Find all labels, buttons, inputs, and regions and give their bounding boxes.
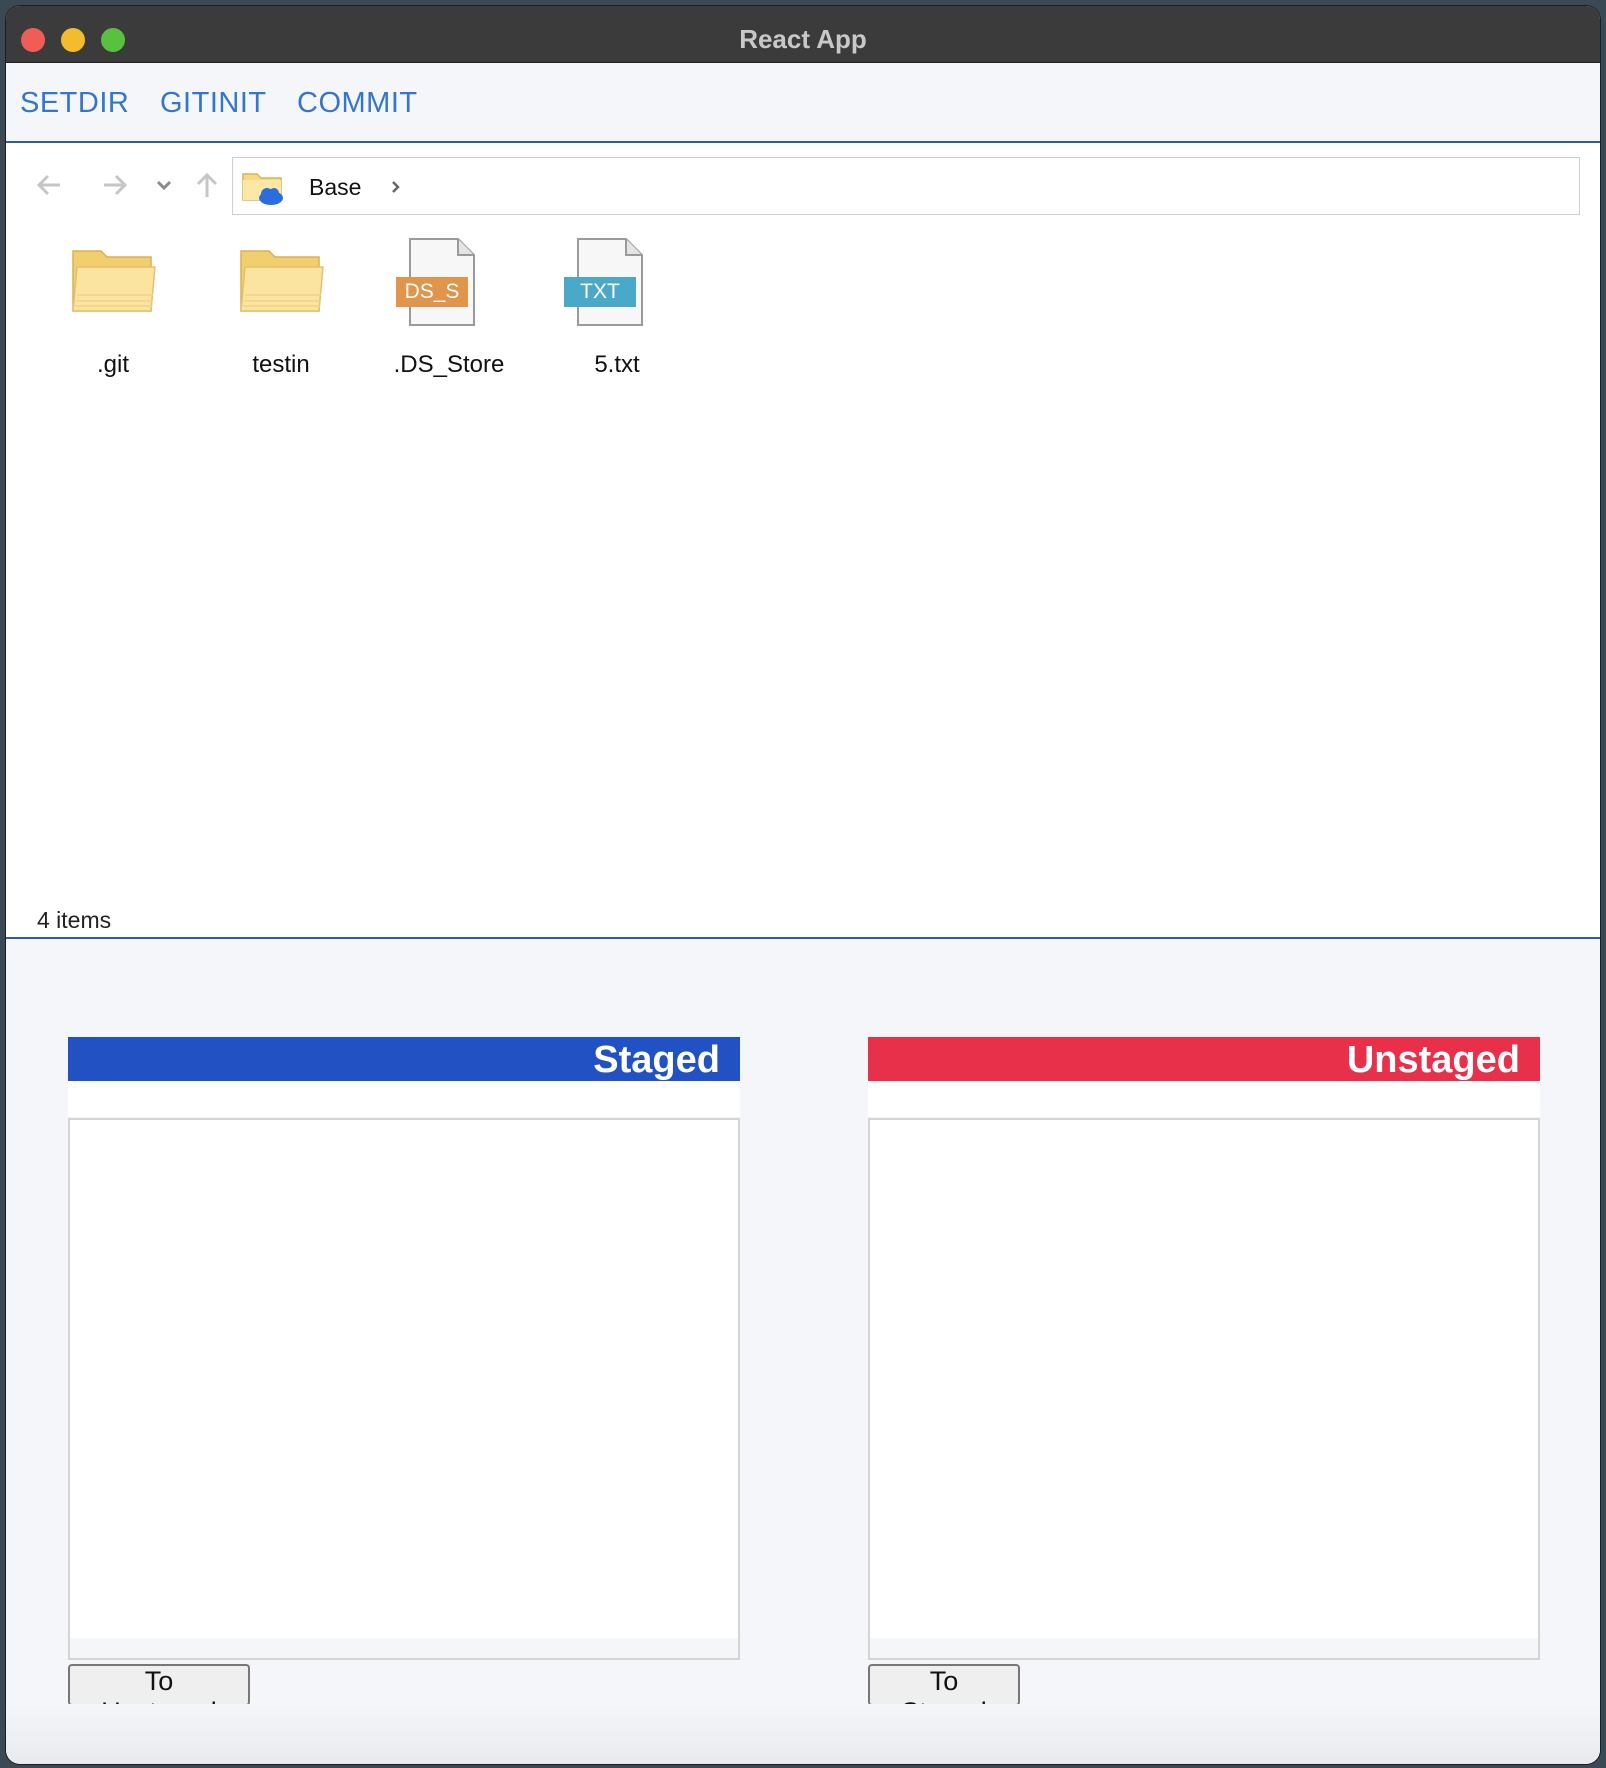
staged-header-spacer bbox=[68, 1081, 740, 1117]
staged-file-list[interactable] bbox=[68, 1118, 740, 1660]
folder-icon bbox=[239, 245, 325, 320]
file-item-testin[interactable]: testin bbox=[206, 245, 356, 395]
menu-bar: SETDIR GITINIT COMMIT bbox=[6, 63, 1600, 141]
recent-locations-chevron-icon[interactable] bbox=[152, 165, 176, 205]
file-explorer: Base .git testin DS_S .DS_Store TXT 5.tx… bbox=[6, 141, 1600, 939]
title-bar: React App bbox=[6, 6, 1600, 63]
address-bar[interactable]: Base bbox=[232, 157, 1580, 215]
to-unstaged-button[interactable]: To Unstaged bbox=[68, 1664, 250, 1727]
list-footer bbox=[70, 1638, 738, 1658]
file-name: 5.txt bbox=[594, 351, 640, 378]
unstaged-file-list[interactable] bbox=[868, 1118, 1540, 1660]
menu-gitinit[interactable]: GITINIT bbox=[160, 87, 267, 120]
file-name: .DS_Store bbox=[393, 351, 505, 378]
file-item-ds-store[interactable]: DS_S .DS_Store bbox=[374, 238, 524, 395]
to-staged-button[interactable]: To Staged bbox=[868, 1664, 1020, 1727]
ds-store-file-icon: DS_S bbox=[394, 237, 478, 327]
list-footer bbox=[870, 1638, 1538, 1658]
file-name: testin bbox=[252, 351, 310, 378]
menu-setdir[interactable]: SETDIR bbox=[20, 87, 129, 120]
back-arrow-icon[interactable] bbox=[30, 165, 70, 205]
breadcrumb-base[interactable]: Base bbox=[309, 174, 361, 201]
folder-icon bbox=[71, 245, 157, 320]
file-name: .git bbox=[96, 351, 129, 378]
window-bottom bbox=[6, 1704, 1600, 1764]
file-item-git[interactable]: .git bbox=[38, 245, 188, 395]
menu-commit[interactable]: COMMIT bbox=[297, 87, 418, 120]
file-badge: TXT bbox=[580, 280, 620, 303]
staged-header: Staged bbox=[68, 1037, 740, 1081]
forward-arrow-icon[interactable] bbox=[94, 165, 134, 205]
window-title: React App bbox=[739, 24, 867, 54]
cloud-folder-icon bbox=[241, 166, 285, 211]
txt-file-icon: TXT bbox=[562, 237, 646, 327]
unstaged-header: Unstaged bbox=[868, 1037, 1540, 1081]
breadcrumb-chevron-icon[interactable] bbox=[389, 176, 403, 203]
unstaged-header-spacer bbox=[868, 1081, 1540, 1117]
file-item-5-txt[interactable]: TXT 5.txt bbox=[542, 238, 692, 395]
file-badge: DS_S bbox=[404, 280, 460, 303]
up-arrow-icon[interactable] bbox=[189, 165, 225, 205]
item-count-status: 4 items bbox=[37, 907, 112, 933]
app-window: React App SETDIR GITINIT COMMIT Base .gi… bbox=[6, 6, 1600, 1764]
